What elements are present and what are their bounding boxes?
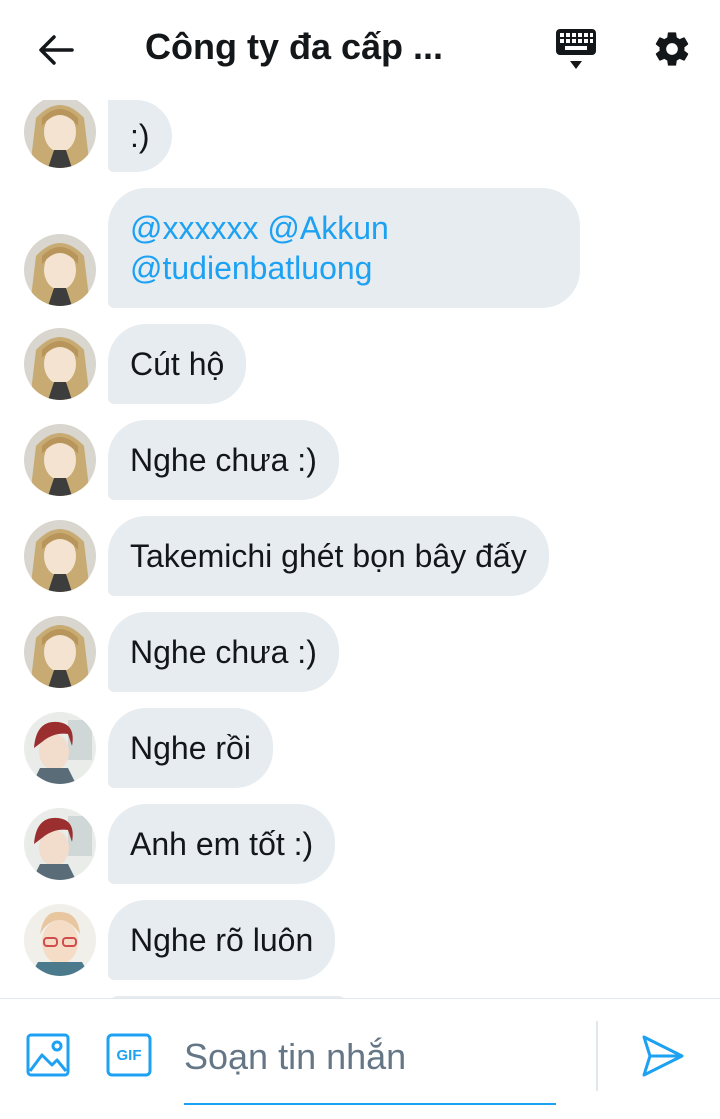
image-icon (26, 1033, 70, 1077)
message-bubble[interactable]: Nghe chưa :) (108, 612, 339, 692)
avatar[interactable] (24, 424, 96, 496)
message-text: Nghe chưa :) (130, 442, 317, 478)
settings-button[interactable] (648, 25, 696, 73)
avatar[interactable] (24, 808, 96, 880)
message-input-wrapper (184, 1027, 556, 1105)
conversation-title: Công ty đa cấp ... (145, 26, 444, 67)
avatar[interactable] (24, 100, 96, 168)
add-gif-button[interactable]: GIF (106, 1033, 152, 1077)
avatar-redhair-icon (24, 808, 96, 880)
message-text: Nghe rồi (130, 730, 251, 766)
message-bubble[interactable]: Cút hộ (108, 324, 247, 404)
send-icon (642, 1035, 684, 1077)
mention-link[interactable]: @Akkun (267, 210, 388, 246)
avatar[interactable] (24, 234, 96, 306)
message-bubble[interactable]: Nghe rồi (108, 708, 273, 788)
keyboard-button[interactable] (552, 26, 600, 74)
back-arrow-icon (39, 35, 74, 65)
mention-link[interactable]: @tudienbatluong (130, 250, 372, 286)
message-bubble[interactable]: Nghe rõ luôn (108, 900, 336, 980)
app-header: Công ty đa cấp ... (0, 0, 720, 100)
avatar-blonde-icon (24, 328, 96, 400)
message-bubble[interactable]: Anh em tốt :) (108, 804, 336, 884)
message-text: Anh em tốt :) (130, 826, 314, 862)
gear-icon (655, 32, 689, 66)
avatar[interactable] (24, 712, 96, 784)
gif-label: GIF (116, 1046, 142, 1064)
back-button[interactable] (30, 28, 82, 72)
message-text: Cút hộ (130, 346, 225, 382)
composer-divider (596, 1021, 598, 1091)
message-text: Nghe chưa :) (130, 634, 317, 670)
avatar-glasses-icon (24, 904, 96, 976)
keyboard-icon (556, 29, 596, 69)
avatar[interactable] (24, 520, 96, 592)
add-image-button[interactable] (26, 1033, 70, 1077)
avatar-redhair-icon (24, 712, 96, 784)
mention-link[interactable]: @xxxxxx (130, 210, 258, 246)
avatar[interactable] (24, 328, 96, 400)
message-text: Takemichi ghét bọn bây đấy (130, 538, 527, 574)
message-text: :) (130, 118, 150, 154)
avatar-blonde-icon (24, 616, 96, 688)
message-input[interactable] (184, 1027, 556, 1087)
message-composer: GIF (0, 998, 720, 1119)
send-button[interactable] (640, 1033, 686, 1079)
message-bubble[interactable]: @xxxxxx @Akkun @tudienbatluong (108, 188, 580, 308)
avatar-blonde-icon (24, 234, 96, 306)
avatar[interactable] (24, 616, 96, 688)
message-bubble[interactable]: Nghe chưa :) (108, 420, 339, 500)
avatar-blonde-icon (24, 424, 96, 496)
message-bubble[interactable]: :) (108, 100, 172, 172)
avatar-blonde-icon (24, 520, 96, 592)
message-text: Nghe rõ luôn (130, 922, 314, 958)
message-bubble[interactable]: Takemichi ghét bọn bây đấy (108, 516, 549, 596)
message-list[interactable]: :) @xxxxxx @Akkun @tudienbatluong Cút hộ… (0, 100, 720, 998)
avatar-blonde-icon (24, 100, 96, 168)
avatar[interactable] (24, 904, 96, 976)
